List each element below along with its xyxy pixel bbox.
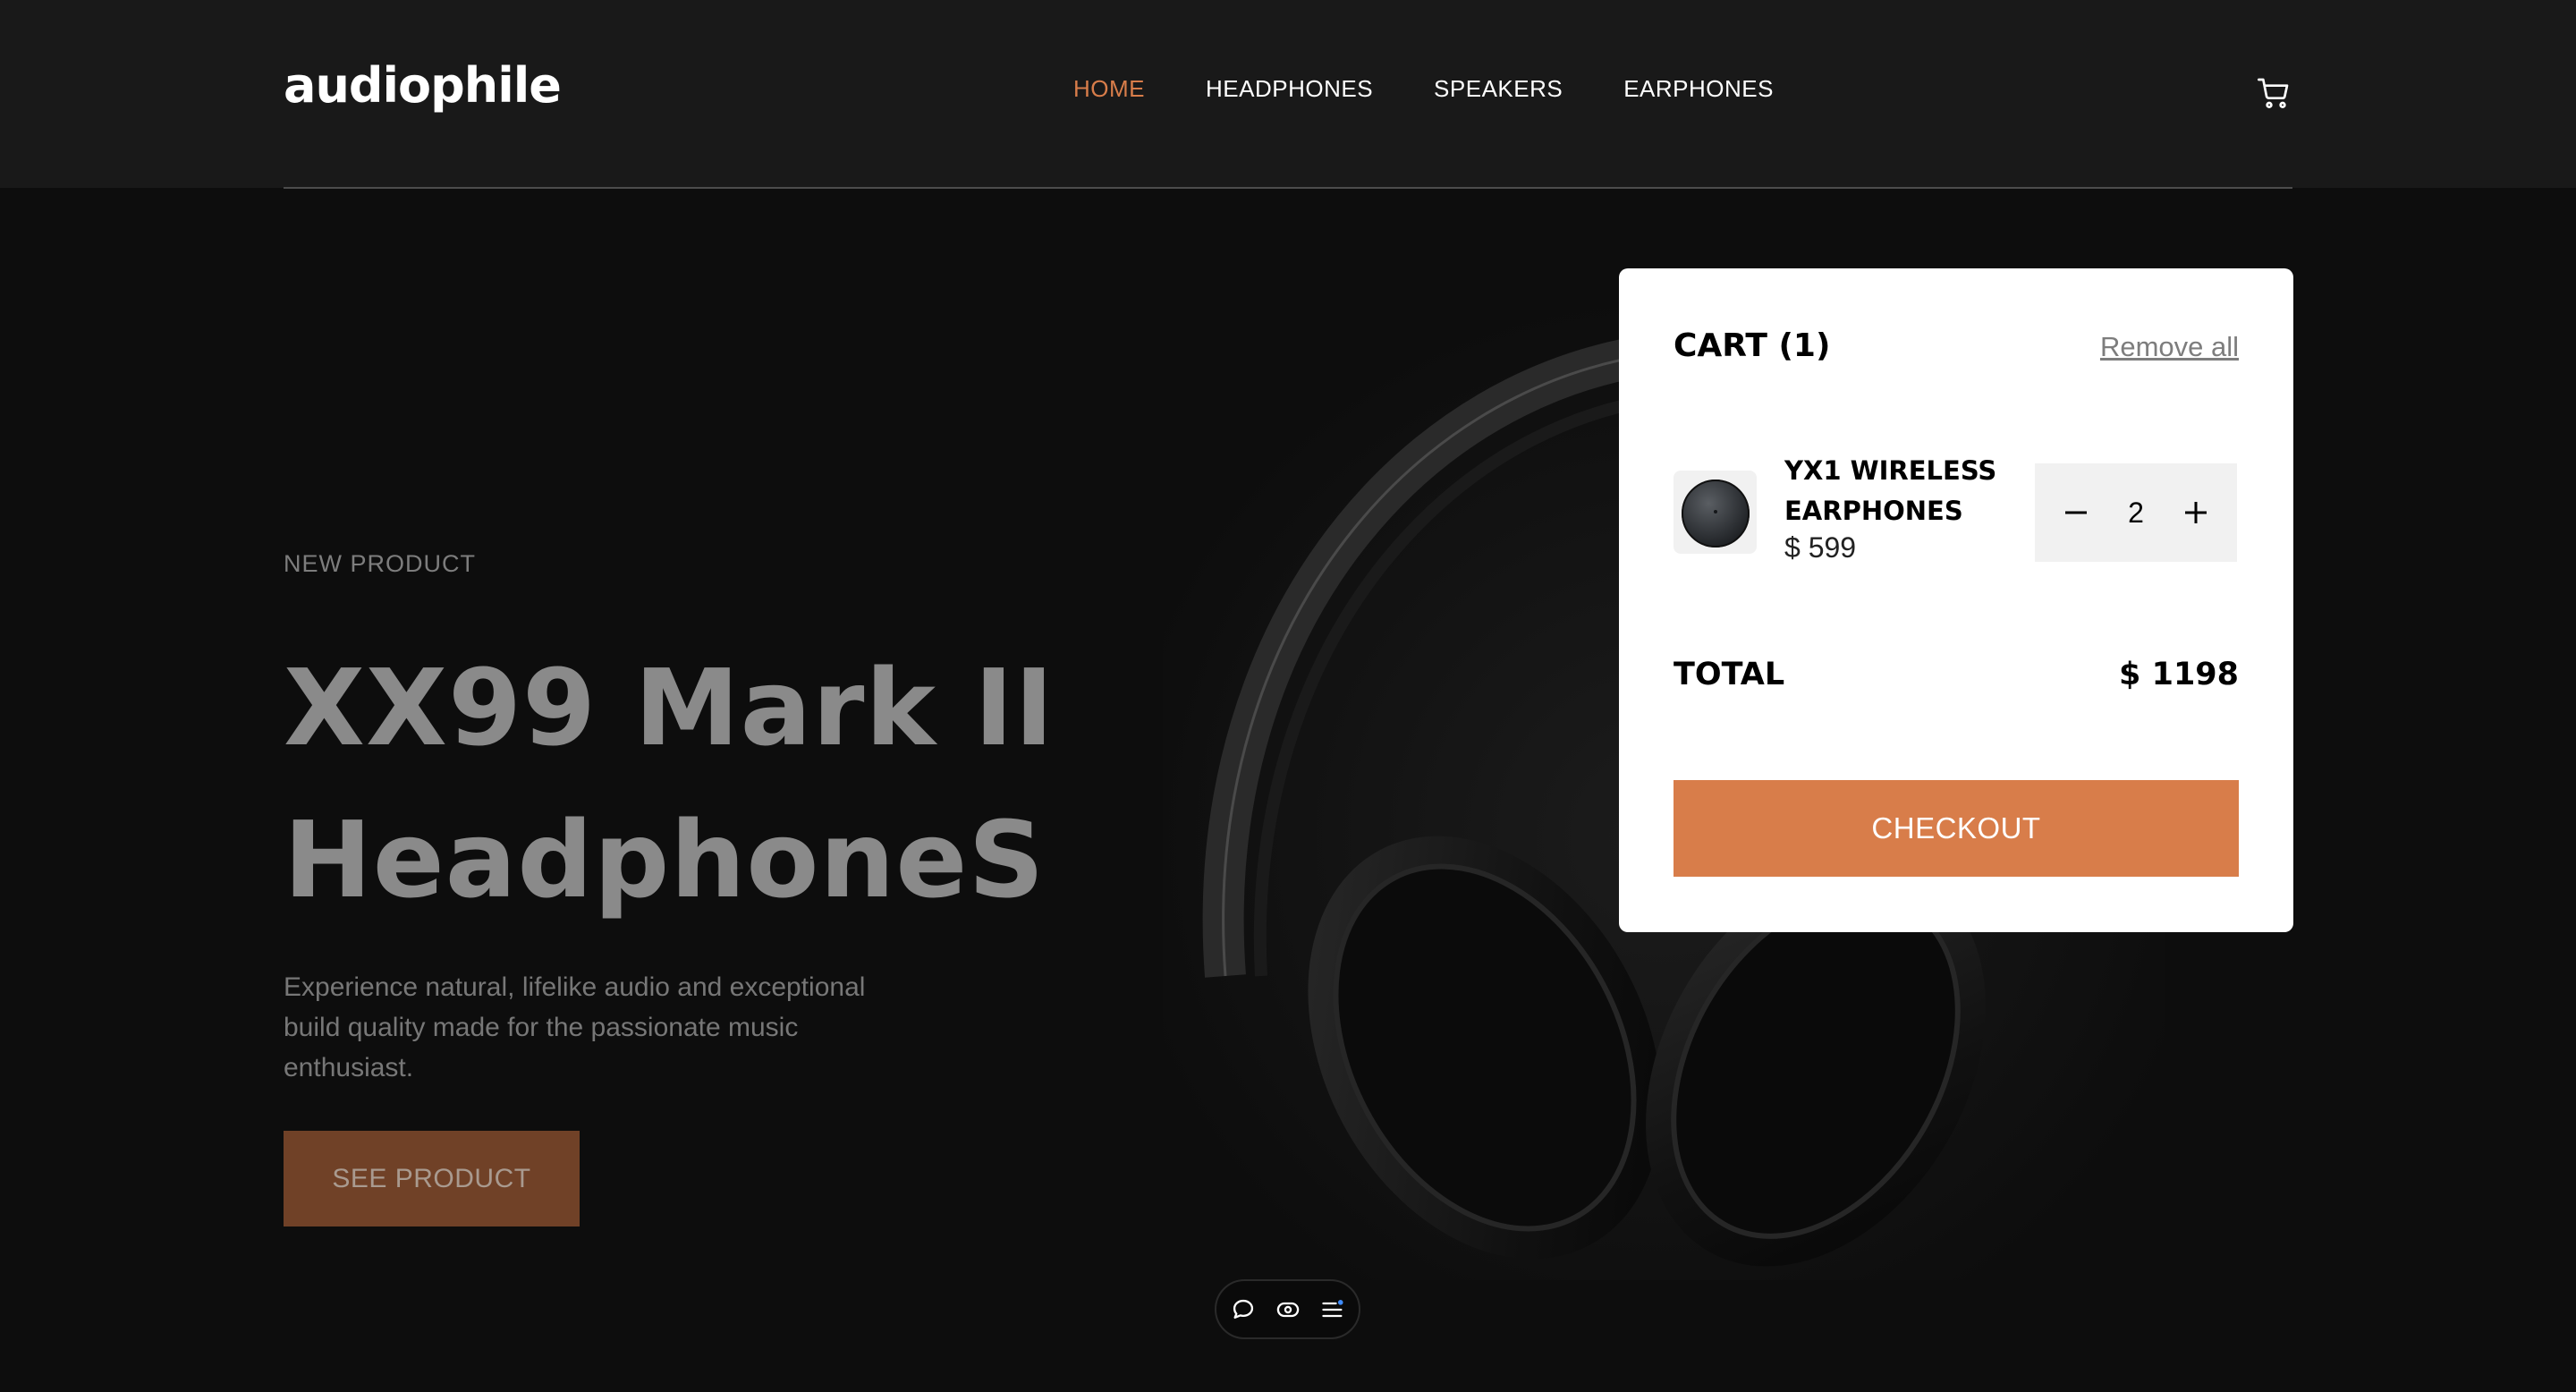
preview-button[interactable]: [1275, 1296, 1301, 1323]
main-nav: HOME HEADPHONES SPEAKERS EARPHONES: [1073, 75, 1835, 103]
increment-button[interactable]: [2180, 497, 2212, 529]
plus-icon: [2184, 502, 2207, 523]
hero-title-line-2: HeadphoneS: [284, 798, 1046, 921]
nav-headphones[interactable]: HEADPHONES: [1206, 75, 1373, 103]
cart-title: CART (1): [1674, 327, 1831, 364]
eye-icon: [1276, 1302, 1299, 1317]
cart-icon: [2258, 78, 2289, 109]
cart-item-thumbnail: [1674, 471, 1757, 554]
cart-button[interactable]: [2256, 75, 2292, 111]
nav-earphones[interactable]: EARPHONES: [1623, 75, 1774, 103]
comment-icon: [1233, 1299, 1253, 1319]
page: NEW PRODUCT XX99 Mark II HeadphoneS Expe…: [0, 0, 2576, 1392]
cart-item-price: $ 599: [1784, 531, 1857, 564]
logo[interactable]: audiophile: [284, 57, 562, 114]
decrement-button[interactable]: [2060, 497, 2092, 529]
total-label: TOTAL: [1674, 657, 1785, 692]
quantity-stepper: 2: [2035, 463, 2237, 562]
quantity-value: 2: [2128, 496, 2144, 529]
hero-title-line-1: XX99 Mark II: [284, 646, 1055, 769]
header-divider: [284, 187, 2292, 189]
comment-button[interactable]: [1230, 1296, 1257, 1323]
hero-eyebrow: NEW PRODUCT: [284, 550, 476, 577]
see-product-button[interactable]: SEE PRODUCT: [284, 1131, 580, 1226]
earphones-case-image: [1681, 479, 1750, 547]
nav-home[interactable]: HOME: [1073, 75, 1145, 103]
hero-title: XX99 Mark II HeadphoneS: [284, 632, 1089, 936]
checkout-button[interactable]: CHECKOUT: [1674, 780, 2239, 877]
hero-description: Experience natural, lifelike audio and e…: [284, 972, 866, 1082]
site-header: audiophile HOME HEADPHONES SPEAKERS EARP…: [0, 0, 2576, 188]
remove-all-link[interactable]: Remove all: [2100, 331, 2239, 363]
total-value: $ 1198: [2119, 657, 2239, 692]
minus-icon: [2065, 511, 2087, 514]
list-button[interactable]: [1319, 1296, 1346, 1323]
cart-item-name: YX1 WIRELESS EARPHONES: [1784, 455, 1997, 526]
nav-speakers[interactable]: SPEAKERS: [1434, 75, 1563, 103]
cart-panel: CART (1) Remove all YX1 WIRELESS EARPHON…: [1619, 268, 2293, 932]
list-icon: [1321, 1299, 1343, 1317]
floating-toolbar: [1215, 1279, 1360, 1339]
